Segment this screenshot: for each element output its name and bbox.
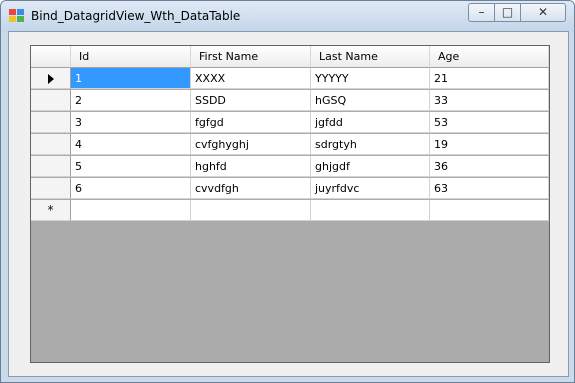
table-row[interactable]: 2 SSDD hGSQ 33: [31, 90, 549, 112]
current-row-arrow-icon: [47, 74, 54, 84]
cell-id[interactable]: 6: [71, 178, 191, 199]
column-header-last-name[interactable]: Last Name: [311, 46, 430, 68]
cell-first-name[interactable]: XXXX: [191, 68, 311, 89]
row-header-cell[interactable]: [31, 156, 71, 177]
cell-id[interactable]: 2: [71, 90, 191, 111]
cell-first-name[interactable]: SSDD: [191, 90, 311, 111]
close-button[interactable]: ✕: [521, 3, 566, 22]
minimize-icon: –: [478, 5, 485, 19]
app-window: Bind_DatagridView_Wth_DataTable – □ ✕ Id…: [0, 0, 575, 383]
window-title: Bind_DatagridView_Wth_DataTable: [31, 9, 241, 23]
winforms-app-icon[interactable]: [9, 9, 25, 23]
row-header-cell[interactable]: *: [31, 200, 71, 221]
cell-id[interactable]: 1: [71, 68, 191, 89]
row-header-cell[interactable]: [31, 68, 71, 89]
cell-first-name[interactable]: fgfgd: [191, 112, 311, 133]
row-header-cell[interactable]: [31, 90, 71, 111]
cell-first-name[interactable]: cvfghyghj: [191, 134, 311, 155]
cell-id[interactable]: 4: [71, 134, 191, 155]
cell-last-name[interactable]: ghjgdf: [311, 156, 430, 177]
new-cell-first-name[interactable]: [191, 200, 311, 221]
table-row[interactable]: 4 cvfghyghj sdrgtyh 19: [31, 134, 549, 156]
title-bar[interactable]: Bind_DatagridView_Wth_DataTable – □ ✕: [1, 1, 574, 31]
maximize-icon: □: [501, 5, 514, 19]
form-client-area: Id First Name Last Name Age 1 XXXX YYYYY…: [8, 31, 569, 377]
row-header-cell[interactable]: [31, 178, 71, 199]
new-row[interactable]: *: [31, 200, 549, 222]
cell-age[interactable]: 36: [430, 156, 549, 177]
cell-last-name[interactable]: YYYYY: [311, 68, 430, 89]
cell-age[interactable]: 33: [430, 90, 549, 111]
cell-age[interactable]: 21: [430, 68, 549, 89]
table-row[interactable]: 3 fgfgd jgfdd 53: [31, 112, 549, 134]
column-header-age[interactable]: Age: [430, 46, 549, 68]
cell-age[interactable]: 63: [430, 178, 549, 199]
cell-first-name[interactable]: hghfd: [191, 156, 311, 177]
table-row[interactable]: 1 XXXX YYYYY 21: [31, 68, 549, 90]
column-header-id[interactable]: Id: [71, 46, 191, 68]
new-cell-age[interactable]: [430, 200, 549, 221]
cell-age[interactable]: 53: [430, 112, 549, 133]
row-header-cell[interactable]: [31, 112, 71, 133]
column-header-first-name[interactable]: First Name: [191, 46, 311, 68]
cell-last-name[interactable]: juyrfdvc: [311, 178, 430, 199]
cell-id[interactable]: 5: [71, 156, 191, 177]
new-row-asterisk-icon: *: [47, 203, 54, 217]
cell-last-name[interactable]: jgfdd: [311, 112, 430, 133]
close-icon: ✕: [537, 5, 549, 19]
new-cell-id[interactable]: [71, 200, 191, 221]
new-cell-last-name[interactable]: [311, 200, 430, 221]
table-row[interactable]: 6 cvvdfgh juyrfdvc 63: [31, 178, 549, 200]
data-grid-view[interactable]: Id First Name Last Name Age 1 XXXX YYYYY…: [30, 45, 550, 363]
cell-age[interactable]: 19: [430, 134, 549, 155]
column-header-row: Id First Name Last Name Age: [31, 46, 549, 68]
minimize-button[interactable]: –: [468, 3, 495, 22]
table-row[interactable]: 5 hghfd ghjgdf 36: [31, 156, 549, 178]
maximize-button[interactable]: □: [495, 3, 521, 22]
cell-id[interactable]: 3: [71, 112, 191, 133]
cell-last-name[interactable]: sdrgtyh: [311, 134, 430, 155]
row-header-cell[interactable]: [31, 134, 71, 155]
cell-last-name[interactable]: hGSQ: [311, 90, 430, 111]
cell-first-name[interactable]: cvvdfgh: [191, 178, 311, 199]
top-left-header-cell[interactable]: [31, 46, 71, 68]
